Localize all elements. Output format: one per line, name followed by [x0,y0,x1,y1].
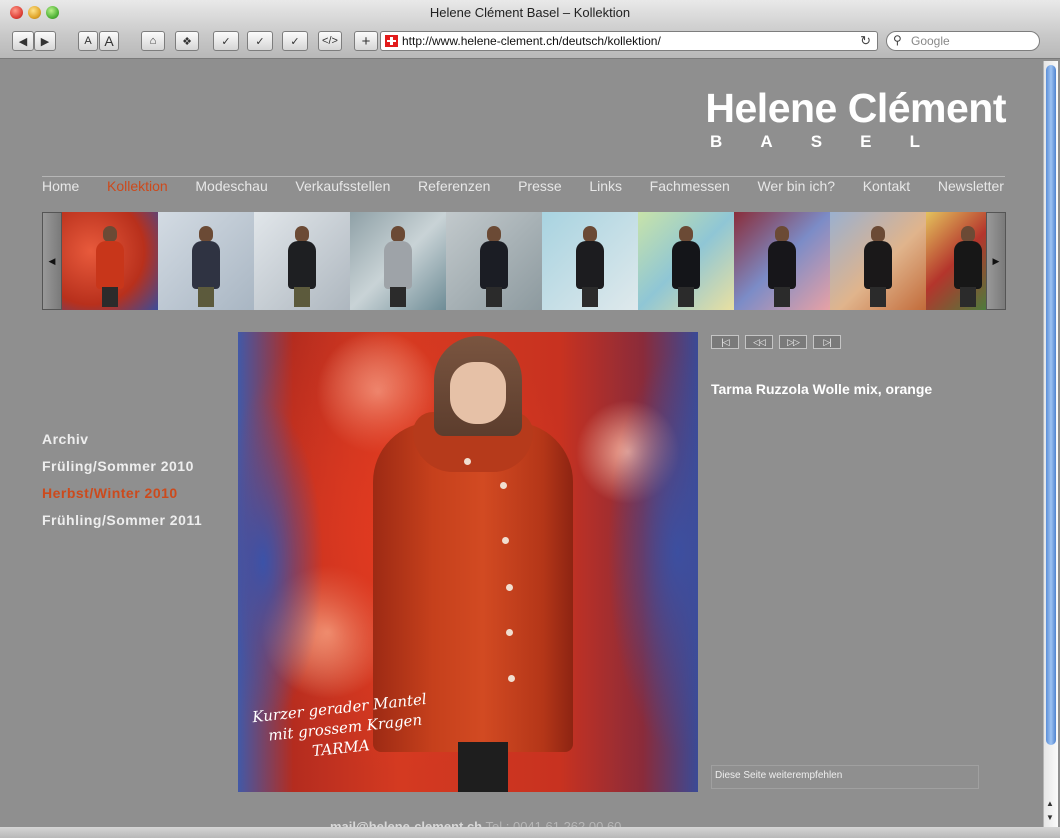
archive-link[interactable]: Archiv [42,431,202,447]
scroll-up-icon[interactable]: ▲ [1046,799,1054,808]
bookmark-icon: ❖ [182,35,192,48]
thumbnail[interactable] [350,212,446,310]
url-text: http://www.helene-clement.ch/deutsch/kol… [402,34,661,48]
web-page: Helene Clément B A S E L Home Kollektion… [0,59,1040,827]
thumbnail[interactable] [638,212,734,310]
thumbnail[interactable] [62,212,158,310]
text-smaller-button[interactable]: A [78,31,98,51]
search-icon: ⚲ [893,33,902,47]
footer-email[interactable]: mail@helene-clement.ch [330,819,482,827]
recommend-page-link[interactable]: Diese Seite weiterempfehlen [711,765,979,789]
text-larger-button[interactable]: A [99,31,119,51]
last-photo-button[interactable]: ▷| [813,335,841,349]
brand-city-letter: E [860,132,872,151]
brand-city-letter: A [760,132,773,151]
thumbnail[interactable] [830,212,926,310]
brand-name[interactable]: Helene Clément [705,85,1006,132]
address-bar[interactable]: http://www.helene-clement.ch/deutsch/kol… [380,31,878,51]
thumbnail[interactable] [926,212,986,310]
reload-icon[interactable]: ↻ [860,33,871,49]
brand-city-letter: B [710,132,723,151]
validate-rss-button[interactable]: ✓ [282,31,308,51]
back-button[interactable]: ◀ [12,31,34,51]
home-icon: ⌂ [149,35,157,47]
nav-referenzen[interactable]: Referenzen [418,178,490,194]
strip-prev-button[interactable]: ◀ [42,212,62,310]
home-button[interactable]: ⌂ [141,31,165,51]
forward-button[interactable]: ▶ [34,31,56,51]
validate-css-button[interactable]: ✓ [247,31,273,51]
window-title: Helene Clément Basel – Kollektion [429,5,631,20]
checkmark-icon: ✓ [255,35,265,48]
strip-next-button[interactable]: ▶ [986,212,1006,310]
status-bar [0,827,1060,838]
collection-archive-menu: Archiv Früling/Sommer 2010 Herbst/Winter… [42,431,202,539]
season-link-hw2010[interactable]: Herbst/Winter 2010 [42,485,202,501]
search-placeholder: Google [911,34,950,48]
thumbnail[interactable] [542,212,638,310]
nav-links[interactable]: Links [589,178,622,194]
nav-fachmessen[interactable]: Fachmessen [650,178,730,194]
swiss-flag-icon [385,35,398,47]
scrollbar-thumb[interactable] [1046,65,1056,745]
previous-photo-button[interactable]: ◁◁ [745,335,773,349]
nav-home[interactable]: Home [42,178,79,194]
thumbnail-strip: ◀ ▶ [42,212,1006,310]
main-nav: Home Kollektion Modeschau Verkaufsstelle… [42,178,1004,194]
title-bar: Helene Clément Basel – Kollektion ◀ ▶ A … [0,0,1060,59]
code-icon: </> [322,35,338,47]
nav-wer-bin-ich[interactable]: Wer bin ich? [757,178,835,194]
first-photo-button[interactable]: |◁ [711,335,739,349]
view-source-button[interactable]: </> [318,31,342,51]
validate-html-button[interactable]: ✓ [213,31,239,51]
nav-kontakt[interactable]: Kontakt [863,178,910,194]
season-link-fs2010[interactable]: Früling/Sommer 2010 [42,458,202,474]
triangle-right-icon: ▶ [992,255,1000,266]
footer-phone: Tel.: 0041 61 262 00 60 [485,819,622,827]
model-legs [458,742,508,792]
thumbnail[interactable] [158,212,254,310]
nav-kollektion[interactable]: Kollektion [107,178,168,194]
photo-pager: |◁ ◁◁ ▷▷ ▷| [711,335,841,349]
triangle-left-icon: ◀ [48,255,56,266]
checkmark-icon: ✓ [290,35,300,48]
browser-window: Helene Clément Basel – Kollektion ◀ ▶ A … [0,0,1060,838]
brand-city: B A S E L [710,132,920,152]
next-photo-button[interactable]: ▷▷ [779,335,807,349]
thumbnail[interactable] [446,212,542,310]
add-bookmark-button[interactable]: + [354,31,378,51]
vertical-scrollbar[interactable]: ▲ ▼ [1043,61,1058,827]
search-field[interactable]: ⚲ Google [886,31,1040,51]
brand-city-letter: S [810,132,823,151]
brand-city-letter: L [909,132,920,151]
nav-newsletter[interactable]: Newsletter [938,178,1004,194]
photo-handwritten-caption: Kurzer gerader Mantel mit grossem Kragen… [251,690,428,761]
footer-contact: mail@helene-clement.ch Tel.: 0041 61 262… [330,819,621,827]
product-photo: Kurzer gerader Mantel mit grossem Kragen… [238,332,698,792]
checkmark-icon: ✓ [221,35,231,48]
nav-presse[interactable]: Presse [518,178,562,194]
product-title: Tarma Ruzzola Wolle mix, orange [711,381,933,397]
bookmark-button[interactable]: ❖ [175,31,199,51]
nav-divider [42,176,1005,177]
scroll-down-icon[interactable]: ▼ [1046,813,1054,822]
season-link-fs2011[interactable]: Frühling/Sommer 2011 [42,512,202,528]
thumbnail[interactable] [254,212,350,310]
nav-verkaufsstellen[interactable]: Verkaufsstellen [295,178,390,194]
thumbnail[interactable] [734,212,830,310]
nav-modeschau[interactable]: Modeschau [195,178,267,194]
model-face [450,362,506,424]
